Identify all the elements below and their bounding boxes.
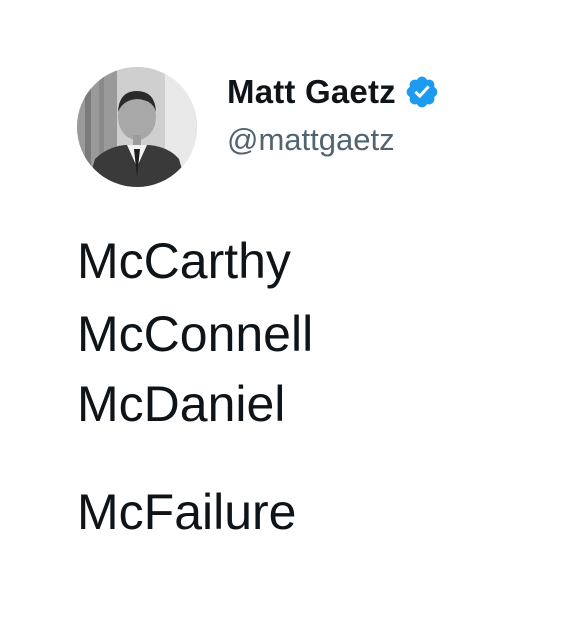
tweet-text-line: McConnell (77, 306, 314, 362)
tweet-text-line: McDaniel (77, 376, 286, 432)
tweet-text-line: McFailure (77, 484, 297, 540)
tweet-text-line: McCarthy (77, 233, 291, 289)
verified-badge-icon (404, 74, 440, 110)
handle[interactable]: @mattgaetz (227, 122, 395, 158)
avatar-image (77, 67, 197, 187)
tweet-card: Matt Gaetz @mattgaetz McCarthy McConnell… (0, 0, 569, 617)
avatar[interactable] (77, 67, 197, 187)
author-name-row: Matt Gaetz (227, 72, 440, 112)
display-name[interactable]: Matt Gaetz (227, 73, 396, 111)
